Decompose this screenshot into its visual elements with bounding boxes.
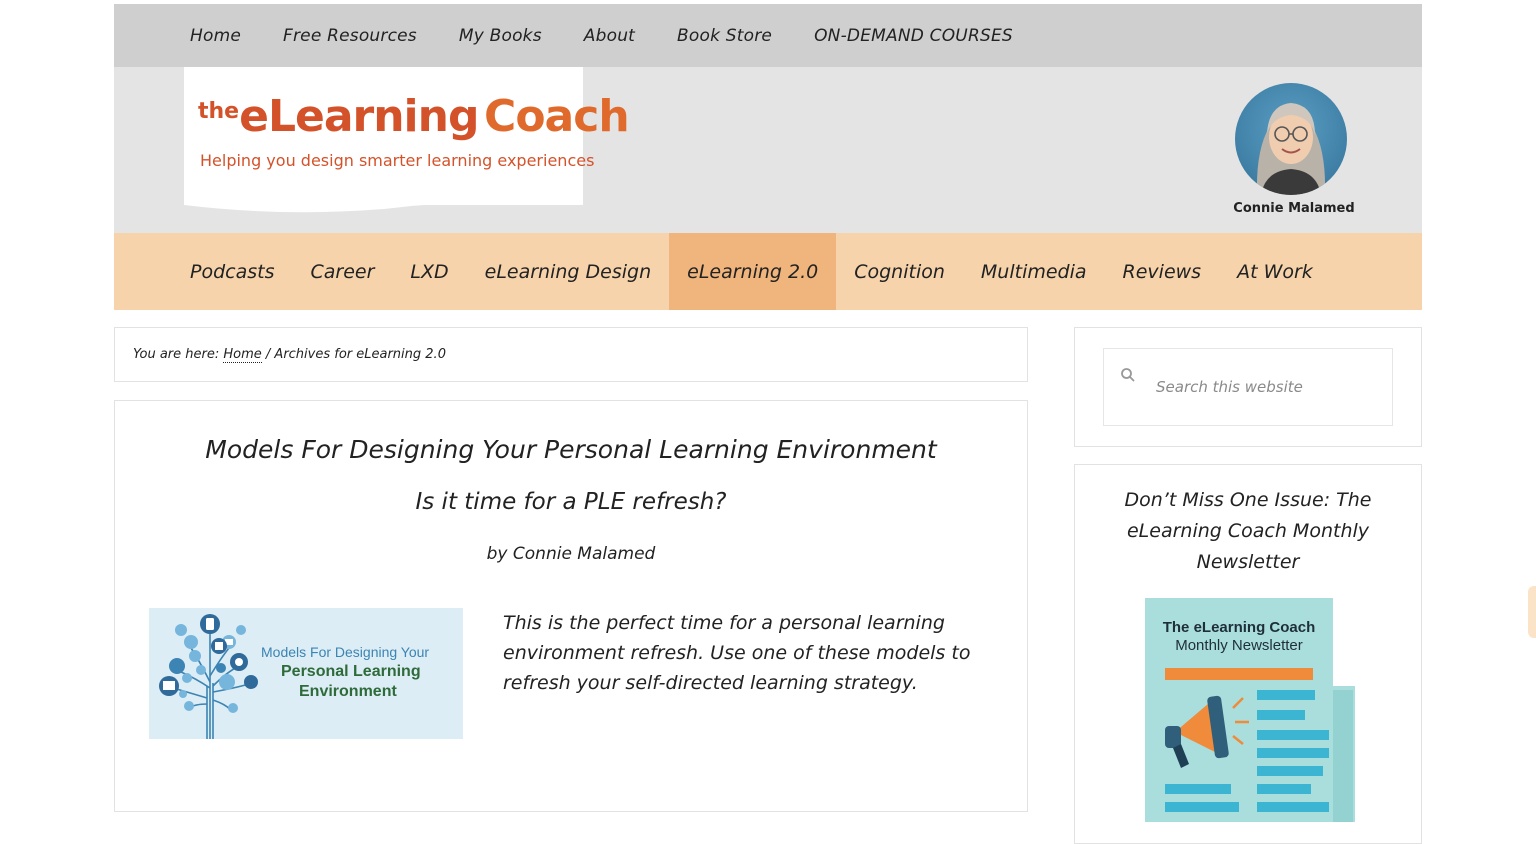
breadcrumb: You are here: Home / Archives for eLearn… [114,327,1028,382]
site-header: theeLearning Coach Helping you design sm… [114,67,1422,233]
category-elearning-design[interactable]: eLearning Design [467,233,669,310]
site-logo[interactable]: theeLearning Coach Helping you design sm… [184,67,630,213]
top-nav-book-store[interactable]: Book Store [677,26,772,46]
category-lxd[interactable]: LXD [392,233,466,310]
newsletter-image-title: The eLearning Coach [1163,619,1316,636]
search-widget [1074,327,1422,447]
article-excerpt: This is the perfect time for a personal … [503,612,971,694]
logo-coach: Coach [484,91,630,142]
search-input[interactable] [1154,371,1378,403]
logo-the: the [198,99,240,124]
article-subtitle: Is it time for a PLE refresh? [415,489,727,515]
category-nav: Podcasts Career LXD eLearning Design eLe… [114,233,1422,310]
breadcrumb-prefix: You are here: [133,347,224,362]
article-byline: by Connie Malamed [486,544,656,564]
logo-wave-decoration [184,199,583,213]
thumbnail-text-line2: Personal Learning [281,663,421,680]
top-nav: Home Free Resources My Books About Book … [114,4,1422,67]
floating-side-tab[interactable] [1528,586,1536,638]
newsletter-widget: Don’t Miss One Issue: The eLearning Coac… [1074,464,1422,844]
category-reviews[interactable]: Reviews [1105,233,1220,310]
top-nav-on-demand-courses[interactable]: ON-DEMAND COURSES [814,26,1013,46]
breadcrumb-current: Archives for eLearning 2.0 [274,347,446,362]
author-avatar[interactable] [1235,83,1347,195]
article-thumbnail[interactable]: Models For Designing Your Personal Learn… [149,608,463,739]
category-multimedia[interactable]: Multimedia [963,233,1105,310]
newsletter-image[interactable]: The eLearning Coach Monthly Newsletter [1145,598,1355,828]
category-at-work[interactable]: At Work [1219,233,1331,310]
search-box[interactable] [1103,348,1393,426]
top-nav-free-resources[interactable]: Free Resources [283,26,417,46]
network-tree-icon [159,614,258,739]
logo-wordmark: theeLearning Coach [198,91,630,142]
logo-tagline: Helping you design smarter learning expe… [200,151,595,170]
category-cognition[interactable]: Cognition [836,233,963,310]
author-portrait-icon [1256,103,1326,195]
article-title[interactable]: Models For Designing Your Personal Learn… [115,435,1027,464]
category-career[interactable]: Career [292,233,392,310]
top-nav-my-books[interactable]: My Books [459,26,542,46]
newsletter-title: Don’t Miss One Issue: The eLearning Coac… [1124,489,1372,573]
breadcrumb-home-link[interactable]: Home [223,347,262,363]
breadcrumb-separator: / [261,347,275,362]
site-wrapper: Home Free Resources My Books About Book … [114,4,1422,310]
category-podcasts[interactable]: Podcasts [172,233,292,310]
author-name: Connie Malamed [1233,201,1355,216]
top-nav-home[interactable]: Home [190,26,241,46]
newsletter-image-subtitle: Monthly Newsletter [1175,637,1303,654]
search-icon [1121,368,1135,382]
logo-elearning: eLearning [239,91,479,142]
thumbnail-text-line3: Environment [299,683,397,700]
category-elearning-2-0[interactable]: eLearning 2.0 [669,233,837,310]
article-card: Models For Designing Your Personal Learn… [114,400,1028,812]
thumbnail-text-line1: Models For Designing Your [261,644,430,660]
top-nav-about[interactable]: About [584,26,635,46]
